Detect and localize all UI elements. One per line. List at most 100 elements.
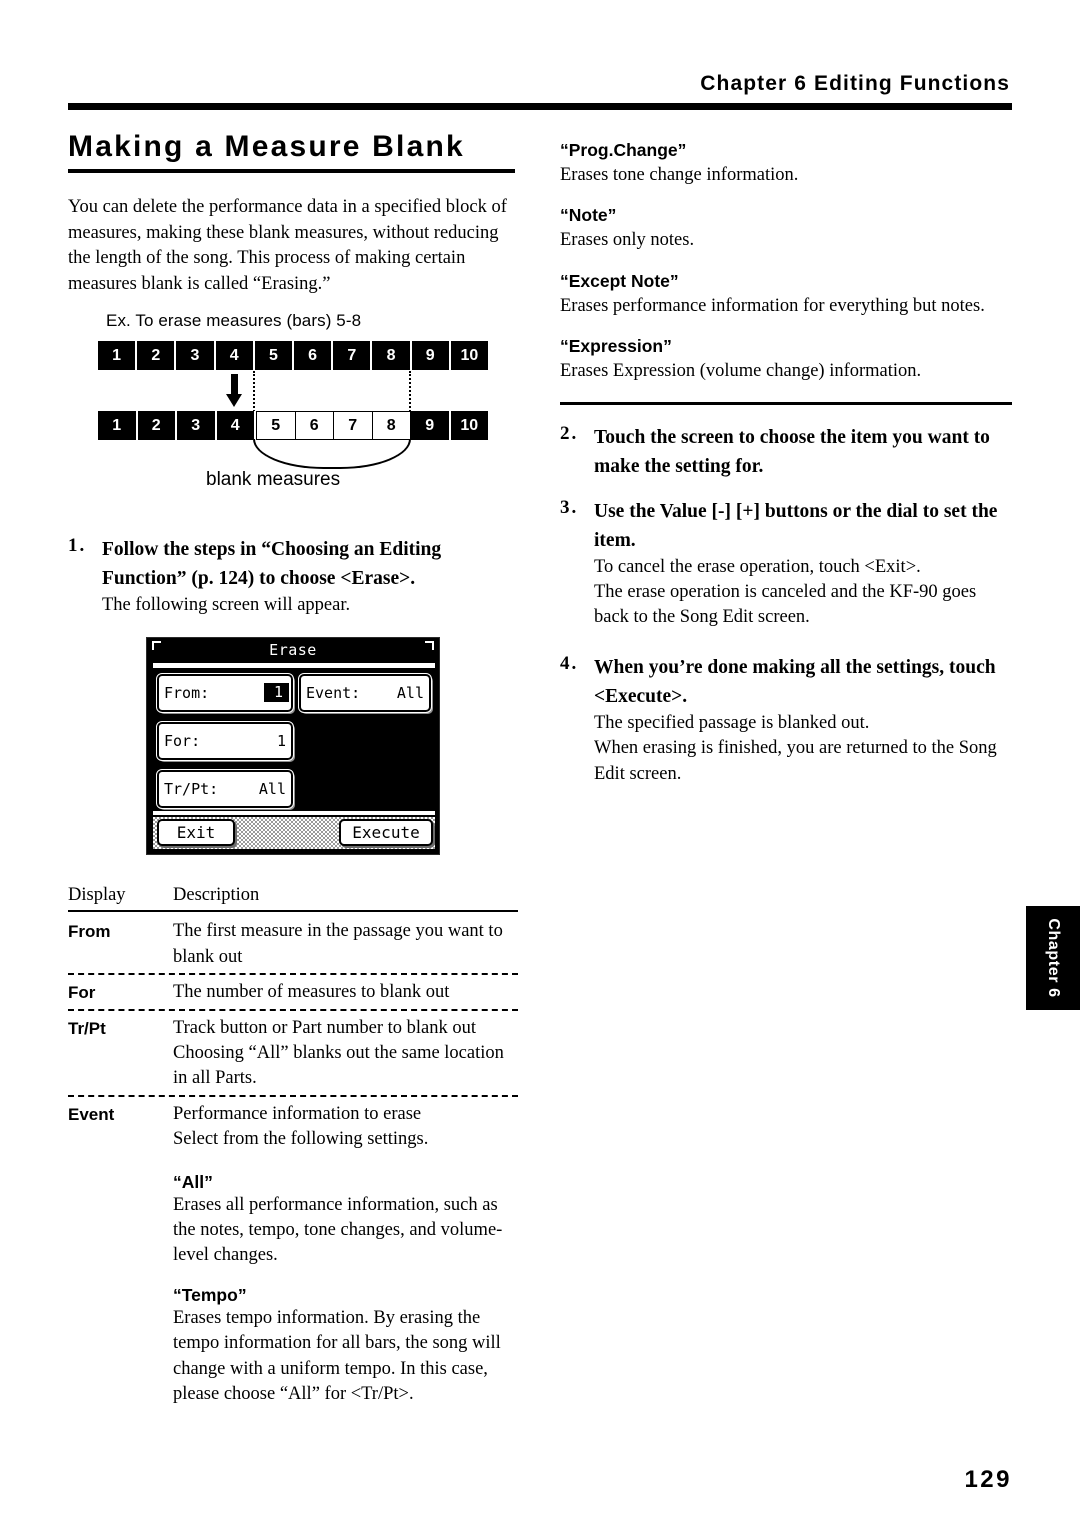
lcd-field-from[interactable]: From: 1: [156, 672, 294, 713]
table-cell-line: Performance information to erase: [173, 1103, 422, 1124]
table-cell-display: Event: [68, 1104, 115, 1124]
table-cell-description: Track button or Part number to blank out…: [173, 1016, 518, 1092]
measure-cell: 10: [450, 411, 488, 441]
lcd-field-from-value: 1: [263, 683, 289, 703]
event-def-tempo: Erases tempo information. By erasing the…: [173, 1307, 501, 1405]
table-header-display: Display: [68, 884, 126, 905]
page-title-rule: [68, 169, 515, 173]
running-head-rule: [68, 103, 1012, 110]
table-cell-line: The first measure in the passage you wan…: [173, 921, 503, 967]
lcd-footer-divider: [153, 810, 435, 815]
table-cell-description: Performance information to erase Select …: [173, 1102, 518, 1153]
measure-cell: 4: [215, 341, 255, 371]
measure-cell: 1: [98, 411, 138, 441]
measure-diagram: 1 2 3 4 5 6 7 8 9 10 1 2 3 4 5 6 7 8 9 1: [98, 341, 493, 519]
step-4-body: The specified passage is blanked out. Wh…: [594, 711, 1012, 787]
step-4: 4. When you’re done making all the setti…: [560, 653, 1012, 711]
lcd-field-trpt[interactable]: Tr/Pt: All: [156, 768, 294, 809]
table-cell-description: The number of measures to blank out: [173, 980, 518, 1005]
blank-measures-label: blank measures: [206, 469, 341, 491]
event-def-prog-change: Erases tone change information.: [560, 165, 799, 185]
measure-cell: 9: [411, 411, 451, 441]
table-row: From The first measure in the passage yo…: [68, 914, 518, 973]
example-caption: Ex. To erase measures (bars) 5-8: [106, 311, 362, 331]
measure-cell: 8: [372, 341, 412, 371]
chapter-thumb-tab: Chapter 6: [1026, 906, 1080, 1010]
lcd-field-trpt-value: All: [258, 779, 286, 798]
range-start-guide: [253, 371, 255, 413]
step-3: 3. Use the Value [-] [+] buttons or the …: [560, 497, 1012, 555]
measure-cell-blank: 8: [372, 411, 411, 441]
table-row: For The number of measures to blank out: [68, 975, 518, 1008]
step-1-heading: Follow the steps in “Choosing an Editing…: [102, 539, 442, 590]
measure-cell: 5: [254, 341, 295, 371]
measure-cell-blank: 7: [334, 411, 373, 441]
table-cell-display: From: [68, 922, 111, 942]
running-head: Chapter 6 Editing Functions: [68, 72, 1012, 110]
event-term-expression: “Expression”: [560, 336, 672, 357]
table-header-description: Description: [173, 884, 260, 905]
lcd-field-from-label: From:: [164, 683, 210, 702]
event-settings-left: “All” Erases all performance information…: [173, 1172, 518, 1408]
step-1-body-line: The following screen will appear.: [102, 595, 351, 616]
step-4-heading: When you’re done making all the settings…: [594, 656, 996, 707]
table-cell-description: The first measure in the passage you wan…: [173, 919, 518, 970]
measure-cell: 3: [176, 341, 216, 371]
step-3-body-line: To cancel the erase operation, touch <Ex…: [594, 556, 921, 577]
measure-cell: 2: [137, 411, 177, 441]
measure-cell: 10: [450, 341, 489, 371]
event-term-except-note: “Except Note”: [560, 270, 679, 291]
table-cell-display: Tr/Pt: [68, 1018, 106, 1038]
measure-cell: 1: [98, 341, 138, 371]
measure-cell: 3: [177, 411, 217, 441]
lcd-field-for-value: 1: [276, 731, 286, 750]
range-end-guide: [409, 371, 411, 413]
step-4-number: 4.: [560, 652, 579, 674]
exit-button[interactable]: Exit: [157, 818, 235, 846]
display-description-table: Display Description From The first measu…: [68, 885, 518, 1408]
table-row: Tr/Pt Track button or Part number to bla…: [68, 1011, 518, 1095]
step-3-heading: Use the Value [-] [+] buttons or the dia…: [594, 500, 998, 551]
table-cell-line: Select from the following settings.: [173, 1129, 429, 1150]
step-3-body: To cancel the erase operation, touch <Ex…: [594, 555, 1012, 631]
measure-cell: 7: [333, 341, 373, 371]
measure-cell-blank: 6: [295, 411, 334, 441]
lcd-field-event[interactable]: Event: All: [298, 672, 432, 713]
event-term-tempo: “Tempo”: [173, 1284, 247, 1305]
section-divider-rule: [560, 401, 1012, 405]
event-def-except-note: Erases performance information for every…: [560, 295, 985, 316]
blank-measures-brace: [253, 439, 411, 470]
table-cell-line: Track button or Part number to blank out: [173, 1017, 476, 1038]
event-term-all: “All”: [173, 1171, 213, 1192]
left-column: Making a Measure Blank You can delete th…: [68, 130, 518, 1407]
step-3-number: 3.: [560, 496, 579, 518]
running-head-text: Chapter 6 Editing Functions: [700, 72, 1010, 95]
table-header-rule: [68, 909, 518, 913]
table-cell-display: For: [68, 983, 96, 1003]
event-term-prog-change: “Prog.Change”: [560, 140, 687, 160]
event-def-note: Erases only notes.: [560, 230, 695, 251]
step-2-number: 2.: [560, 422, 579, 444]
page-title: Making a Measure Blank: [68, 130, 465, 163]
lcd-title: Erase: [269, 640, 317, 659]
step-2-heading: Touch the screen to choose the item you …: [594, 426, 990, 477]
measure-cell: 9: [411, 341, 451, 371]
lcd-field-event-value: All: [396, 683, 424, 702]
measure-cell: 2: [137, 341, 177, 371]
chapter-tab-label: Chapter 6: [1045, 918, 1062, 998]
step-1-body: The following screen will appear.: [102, 593, 518, 618]
lcd-title-divider: [153, 662, 435, 668]
execute-button[interactable]: Execute: [339, 818, 433, 846]
measure-row-original: 1 2 3 4 5 6 7 8 9 10: [98, 341, 489, 371]
table-row: Event Performance information to erase S…: [68, 1097, 518, 1156]
lcd-field-for[interactable]: For: 1: [156, 720, 294, 761]
lcd-erase-screen: Erase From: 1 Event: All For: 1 Tr/Pt: A…: [146, 636, 440, 855]
lcd-field-for-label: For:: [164, 731, 201, 750]
step-3-body-line: The erase operation is canceled and the …: [594, 582, 977, 628]
measure-cell: 4: [216, 411, 256, 441]
intro-paragraph: You can delete the performance data in a…: [68, 197, 507, 294]
step-4-body-line: When erasing is finished, you are return…: [594, 738, 997, 784]
event-term-note: “Note”: [560, 205, 617, 226]
event-def-expression: Erases Expression (volume change) inform…: [560, 361, 922, 382]
table-cell-line: The number of measures to blank out: [173, 982, 450, 1003]
